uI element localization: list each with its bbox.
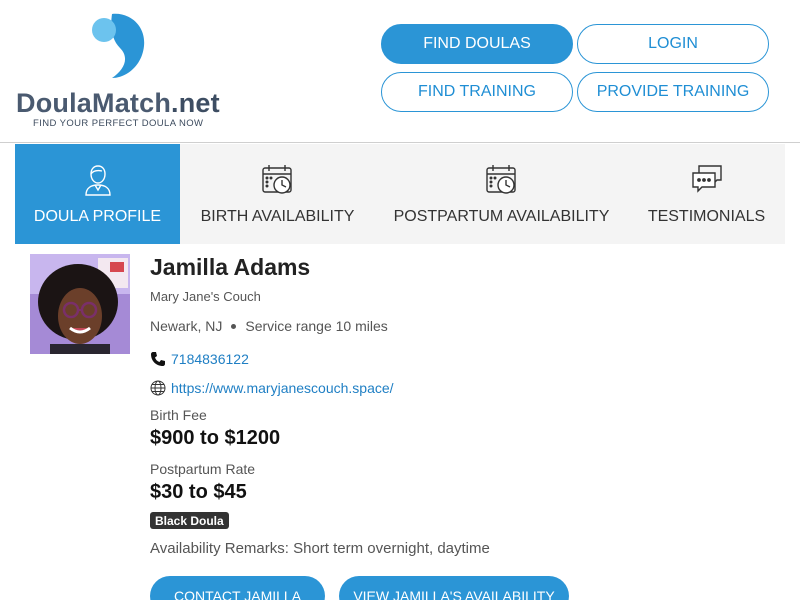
provide-training-button[interactable]: PROVIDE TRAINING bbox=[577, 72, 769, 112]
find-doulas-button[interactable]: FIND DOULAS bbox=[381, 24, 573, 64]
website-link[interactable]: https://www.maryjanescouch.space/ bbox=[171, 380, 394, 396]
birth-fee-value: $900 to $1200 bbox=[150, 427, 281, 449]
calendar-clock-icon bbox=[261, 165, 292, 194]
location-text: Newark, NJ bbox=[150, 318, 223, 334]
login-button[interactable]: LOGIN bbox=[577, 24, 769, 64]
contact-doula-button[interactable]: CONTACT JAMILLA bbox=[150, 576, 325, 600]
profile-tabs: DOULA PROFILE BIRTH AVAILABILITY POSTPAR… bbox=[15, 144, 785, 244]
location-row: Newark, NJ Service range 10 miles bbox=[150, 318, 388, 334]
tab-label: DOULA PROFILE bbox=[33, 208, 162, 225]
separator-dot bbox=[231, 323, 237, 329]
logo-wordmark-tld: .net bbox=[171, 88, 220, 118]
tab-label: POSTPARTUM AVAILABILITY bbox=[393, 208, 610, 225]
business-name: Mary Jane's Couch bbox=[150, 289, 261, 304]
tab-birth-availability[interactable]: BIRTH AVAILABILITY bbox=[180, 144, 375, 244]
tab-doula-profile[interactable]: DOULA PROFILE bbox=[15, 144, 180, 244]
calendar-clock-icon bbox=[485, 165, 516, 194]
tab-label: TESTIMONIALS bbox=[647, 208, 766, 225]
service-range: Service range 10 miles bbox=[245, 318, 388, 334]
website-row[interactable]: https://www.maryjanescouch.space/ bbox=[150, 380, 394, 396]
person-icon bbox=[84, 165, 111, 196]
postpartum-rate-label: Postpartum Rate bbox=[150, 461, 256, 477]
phone-number[interactable]: 7184836122 bbox=[171, 351, 249, 367]
doula-badge: Black Doula bbox=[150, 512, 229, 529]
phone-icon bbox=[151, 352, 165, 366]
site-logo[interactable]: DoulaMatch.net FIND YOUR PERFECT DOULA N… bbox=[16, 12, 221, 132]
logo-mark-icon bbox=[92, 13, 145, 79]
tab-postpartum-availability[interactable]: POSTPARTUM AVAILABILITY bbox=[375, 144, 628, 244]
doula-name: Jamilla Adams bbox=[150, 254, 311, 280]
tab-label: BIRTH AVAILABILITY bbox=[200, 208, 355, 225]
find-training-button[interactable]: FIND TRAINING bbox=[381, 72, 573, 112]
chat-bubbles-icon bbox=[691, 165, 722, 193]
logo-tagline: FIND YOUR PERFECT DOULA NOW bbox=[33, 118, 204, 129]
doula-avatar bbox=[30, 254, 130, 354]
view-availability-button[interactable]: VIEW JAMILLA'S AVAILABILITY bbox=[339, 576, 569, 600]
logo-wordmark-main: DoulaMatch bbox=[16, 88, 172, 118]
logo-wordmark: DoulaMatch.net bbox=[16, 88, 220, 119]
globe-icon bbox=[150, 380, 166, 396]
tab-testimonials[interactable]: TESTIMONIALS bbox=[628, 144, 785, 244]
birth-fee-label: Birth Fee bbox=[150, 407, 207, 423]
availability-remarks: Availability Remarks: Short term overnig… bbox=[150, 540, 490, 557]
postpartum-rate-value: $30 to $45 bbox=[150, 481, 247, 503]
avatar-photo bbox=[30, 254, 130, 354]
site-header: DoulaMatch.net FIND YOUR PERFECT DOULA N… bbox=[0, 0, 800, 143]
phone-row[interactable]: 7184836122 bbox=[150, 351, 249, 367]
